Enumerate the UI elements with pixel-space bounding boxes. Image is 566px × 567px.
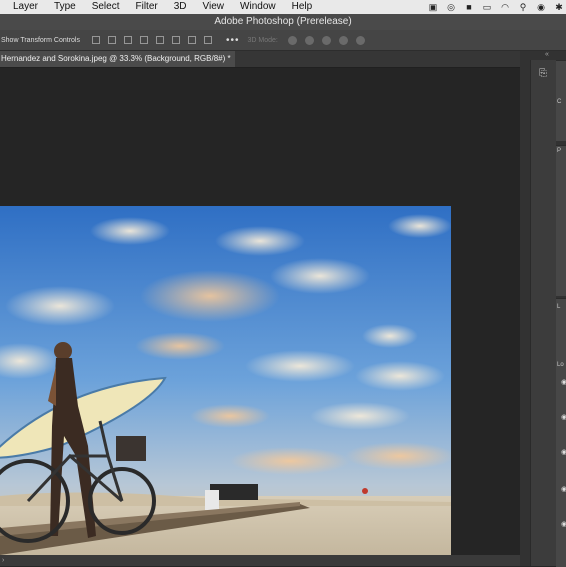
horizontal-scrollbar[interactable]: ›	[0, 555, 520, 566]
properties-panel[interactable]: P	[556, 145, 566, 296]
color-panel[interactable]: C	[556, 60, 566, 141]
bluetooth-icon[interactable]: ✱	[554, 2, 564, 12]
history-icon[interactable]: ⎘	[537, 68, 549, 80]
distribute-icon[interactable]	[139, 36, 148, 44]
creative-cloud-icon[interactable]: ◎	[446, 2, 456, 12]
video-icon[interactable]: ■	[464, 2, 474, 12]
window-title: Adobe Photoshop (Prerelease)	[0, 14, 566, 30]
status-icons: ▣ ◎ ■ ▭ ◠ ⚲ ◉ ✱	[428, 0, 564, 14]
search-icon[interactable]: ⚲	[518, 2, 528, 12]
color-panel-label: C	[557, 99, 562, 105]
panel-dock: ⎘	[530, 60, 556, 566]
menu-help[interactable]: Help	[284, 0, 321, 14]
3d-slide-icon[interactable]	[338, 35, 348, 45]
distribute-vertical-icon[interactable]	[203, 36, 212, 44]
document-tab[interactable]: Hernandez and Sorokina.jpeg @ 33.3% (Bac…	[0, 51, 235, 67]
lock-label: Lo	[557, 362, 564, 368]
layer-visibility-icon[interactable]: ◉	[561, 414, 566, 421]
options-bar: Show Transform Controls ••• 3D Mode:	[0, 30, 566, 51]
document-tab-title: Hernandez and Sorokina.jpeg @ 33.3% (Bac…	[1, 54, 231, 63]
3d-drag-icon[interactable]	[321, 35, 331, 45]
layer-visibility-icon[interactable]: ◉	[561, 449, 566, 456]
document-image[interactable]	[0, 206, 451, 555]
menu-type[interactable]: Type	[46, 0, 84, 14]
align-right-icon[interactable]	[123, 36, 132, 44]
menu-filter[interactable]: Filter	[128, 0, 166, 14]
document-tab-bar: Hernandez and Sorokina.jpeg @ 33.3% (Bac…	[0, 51, 530, 68]
display-icon[interactable]: ▭	[482, 2, 492, 12]
3d-roll-icon[interactable]	[304, 35, 314, 45]
menu-select[interactable]: Select	[84, 0, 128, 14]
scroll-left-icon[interactable]: ›	[2, 555, 4, 566]
camera-icon[interactable]: ▣	[428, 2, 438, 12]
layer-visibility-icon[interactable]: ◉	[561, 379, 566, 386]
menu-view[interactable]: View	[195, 0, 233, 14]
menu-bar: Layer Type Select Filter 3D View Window …	[0, 0, 566, 15]
layers-panel-label: L	[557, 304, 561, 310]
menu-3d[interactable]: 3D	[166, 0, 195, 14]
wifi-icon[interactable]: ◠	[500, 2, 510, 12]
3d-mode-label: 3D Mode:	[247, 36, 278, 44]
align-left-icon[interactable]	[91, 36, 100, 44]
layer-visibility-icon[interactable]: ◉	[561, 521, 566, 528]
align-middle-icon[interactable]	[171, 36, 180, 44]
show-transform-controls-label[interactable]: Show Transform Controls	[0, 37, 92, 44]
align-center-icon[interactable]	[107, 36, 116, 44]
layer-visibility-icon[interactable]: ◉	[561, 486, 566, 493]
properties-panel-label: P	[557, 148, 562, 154]
collapse-panels-icon[interactable]: «	[545, 51, 549, 58]
align-bottom-icon[interactable]	[187, 36, 196, 44]
accessibility-icon[interactable]: ◉	[536, 2, 546, 12]
menu-window[interactable]: Window	[232, 0, 284, 14]
more-options-button[interactable]: •••	[226, 35, 240, 46]
3d-rotate-icon[interactable]	[287, 35, 297, 45]
3d-scale-icon[interactable]	[355, 35, 365, 45]
canvas-workspace[interactable]	[0, 68, 520, 555]
menu-layer[interactable]: Layer	[0, 0, 46, 14]
align-top-icon[interactable]	[155, 36, 164, 44]
